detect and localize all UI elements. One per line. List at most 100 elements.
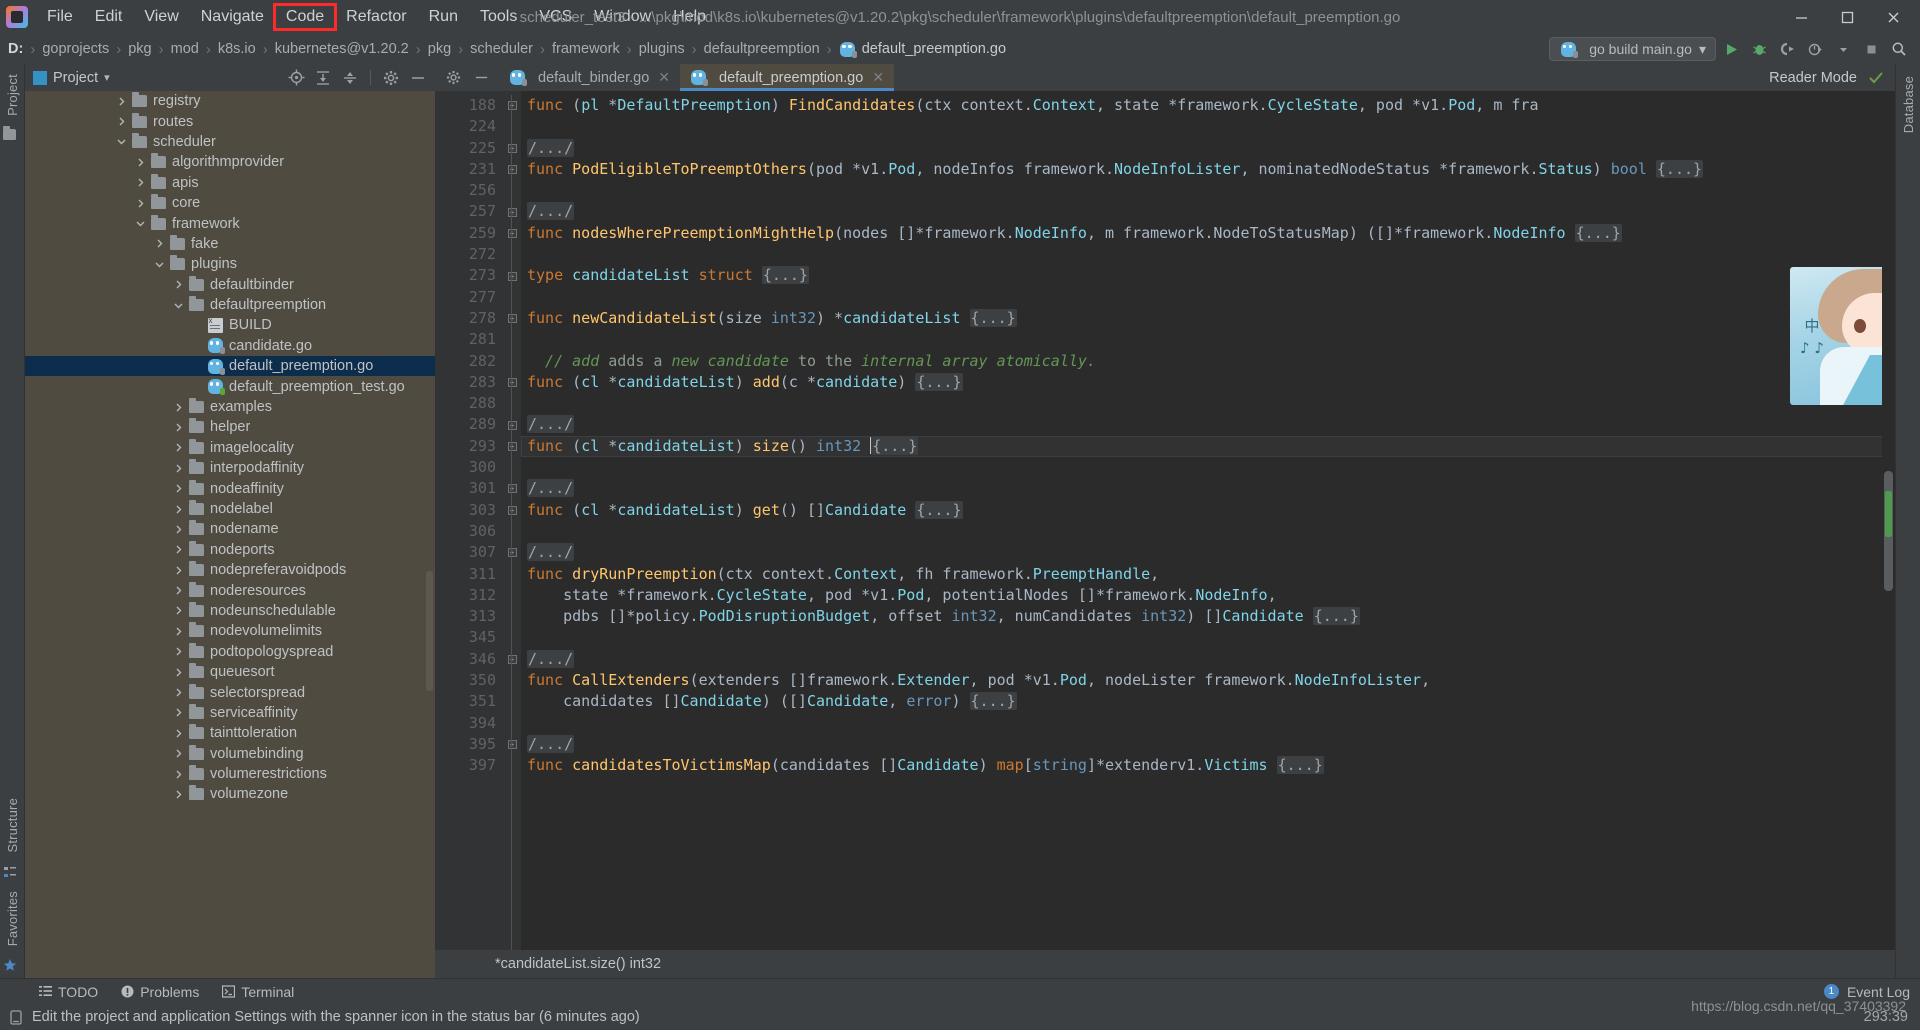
code-line[interactable] [521, 627, 1895, 648]
code-line[interactable]: pdbs []*policy.PodDisruptionBudget, offs… [521, 606, 1895, 627]
tool-button-terminal[interactable]: Terminal [221, 984, 294, 1000]
stop-icon[interactable] [1858, 37, 1884, 61]
breadcrumb-item-k8sio[interactable]: k8s.io › [218, 41, 275, 58]
tree-item[interactable]: apis [25, 173, 435, 193]
rail-button-structure[interactable]: Structure [5, 792, 20, 859]
code-line[interactable]: candidates []Candidate) ([]Candidate, er… [521, 691, 1895, 712]
fold-expand-icon[interactable]: + [503, 414, 521, 435]
chevron-right-icon[interactable] [170, 627, 187, 636]
chevron-right-icon[interactable] [170, 403, 187, 412]
star-icon[interactable] [1, 956, 19, 974]
tree-item[interactable]: fake [25, 234, 435, 254]
tree-item[interactable]: registry [25, 91, 435, 111]
chevron-right-icon[interactable] [170, 606, 187, 615]
collapse-all-icon[interactable] [341, 69, 359, 87]
menu-item-window[interactable]: Window [583, 4, 662, 30]
code-line[interactable]: func (cl *candidateList) size() int32 {.… [521, 435, 1895, 458]
run-icon[interactable] [1718, 37, 1744, 61]
tree-item[interactable]: algorithmprovider [25, 152, 435, 172]
code-line[interactable]: /.../ [521, 734, 1895, 755]
menu-item-view[interactable]: View [133, 4, 189, 30]
code-line[interactable]: /.../ [521, 649, 1895, 670]
project-tree-scrollbar[interactable] [426, 571, 433, 691]
hide-panel-icon[interactable] [409, 69, 427, 87]
chevron-right-icon[interactable] [170, 280, 187, 289]
chevron-right-icon[interactable] [170, 647, 187, 656]
breadcrumb-item-framework[interactable]: framework › [552, 41, 639, 58]
tree-item[interactable]: serviceaffinity [25, 703, 435, 723]
expand-all-icon[interactable] [314, 69, 332, 87]
chevron-right-icon[interactable] [113, 97, 130, 106]
code-line[interactable]: /.../ [521, 542, 1895, 563]
chevron-right-icon[interactable] [170, 443, 187, 452]
chevron-right-icon[interactable] [170, 423, 187, 432]
code-line[interactable]: func (pl *DefaultPreemption) FindCandida… [521, 95, 1895, 116]
editor-scrollbar[interactable] [1882, 91, 1895, 950]
breadcrumb-item-pkg2[interactable]: pkg › [428, 41, 470, 58]
profile-dropdown-icon[interactable] [1830, 37, 1856, 61]
window-controls[interactable] [1778, 0, 1920, 34]
fold-expand-icon[interactable]: + [503, 478, 521, 499]
breadcrumb-item-kubernetes[interactable]: kubernetes@v1.20.2 › [275, 41, 428, 58]
code-line[interactable] [521, 457, 1895, 478]
tool-button-todo[interactable]: TODO [38, 984, 98, 1000]
tree-item[interactable]: routes [25, 111, 435, 131]
run-coverage-icon[interactable] [1774, 37, 1800, 61]
tree-item[interactable]: nodelabel [25, 499, 435, 519]
event-log-area[interactable]: 1 Event Log [1823, 984, 1920, 1000]
breadcrumb-item-plugins[interactable]: plugins › [639, 41, 704, 58]
breadcrumb-item-file[interactable]: default_preemption.go [839, 41, 1006, 58]
tool-button-problems[interactable]: Problems [120, 984, 199, 1000]
minimize-button[interactable] [1778, 0, 1824, 34]
code-line[interactable]: func (cl *candidateList) add(c *candidat… [521, 372, 1895, 393]
tree-item[interactable]: podtopologyspread [25, 642, 435, 662]
menu-item-vcs[interactable]: VCS [528, 4, 583, 30]
breadcrumb-item-scheduler[interactable]: scheduler › [470, 41, 552, 58]
editor-tab-default-binder[interactable]: default_binder.go ✕ [499, 64, 680, 91]
chevron-right-icon[interactable] [170, 525, 187, 534]
fold-expand-icon[interactable]: + [503, 436, 521, 457]
chevron-right-icon[interactable] [170, 505, 187, 514]
code-line[interactable]: func candidatesToVictimsMap(candidates [… [521, 755, 1895, 776]
tree-item[interactable]: core [25, 193, 435, 213]
menu-item-code[interactable]: Code [272, 3, 338, 31]
chevron-right-icon[interactable] [170, 790, 187, 799]
caret-position[interactable]: 293:39 [1864, 1009, 1908, 1025]
tree-item[interactable]: nodepreferavoidpods [25, 560, 435, 580]
breadcrumb-item-root[interactable]: D: › [8, 41, 42, 58]
tree-item[interactable]: nodeaffinity [25, 478, 435, 498]
tree-item-selected[interactable]: default_preemption.go [25, 356, 435, 377]
rail-button-project[interactable]: Project [5, 68, 20, 122]
chevron-right-icon[interactable] [170, 668, 187, 677]
tree-item[interactable]: interpodaffinity [25, 458, 435, 478]
code-line[interactable]: // add adds a new candidate to the inter… [521, 351, 1895, 372]
menu-item-edit[interactable]: Edit [84, 4, 134, 30]
code-line[interactable]: state *framework.CycleState, pod *v1.Pod… [521, 585, 1895, 606]
close-button[interactable] [1870, 0, 1916, 34]
code-line[interactable] [521, 329, 1895, 350]
chevron-right-icon[interactable] [132, 199, 149, 208]
chevron-down-icon[interactable]: ▾ [104, 71, 110, 84]
main-menu[interactable]: File Edit View Navigate Code Refactor Ru… [36, 0, 717, 34]
tree-item[interactable]: imagelocality [25, 438, 435, 458]
code-line[interactable] [521, 180, 1895, 201]
code-folding-column[interactable]: +++++++++++++++ [503, 91, 521, 950]
chevron-down-icon[interactable] [132, 219, 149, 228]
chevron-right-icon[interactable] [132, 178, 149, 187]
tree-item[interactable]: defaultbinder [25, 275, 435, 295]
fold-expand-icon[interactable]: + [503, 542, 521, 563]
chevron-right-icon[interactable] [170, 586, 187, 595]
code-line[interactable]: /.../ [521, 138, 1895, 159]
fold-expand-icon[interactable]: + [503, 159, 521, 180]
tree-item[interactable]: examples [25, 397, 435, 417]
tree-item[interactable]: helper [25, 417, 435, 437]
chevron-right-icon[interactable] [170, 708, 187, 717]
event-log-label[interactable]: Event Log [1847, 984, 1910, 1000]
code-line[interactable] [521, 116, 1895, 137]
chevron-right-icon[interactable] [113, 117, 130, 126]
tree-item[interactable]: default_preemption_test.go [25, 376, 435, 396]
breadcrumb-item-defaultpreemption[interactable]: defaultpreemption › [704, 41, 839, 58]
run-configuration-selector[interactable]: go build main.go ▾ [1549, 37, 1716, 61]
structure-rail-icon[interactable] [1, 863, 19, 881]
code-line[interactable] [521, 713, 1895, 734]
